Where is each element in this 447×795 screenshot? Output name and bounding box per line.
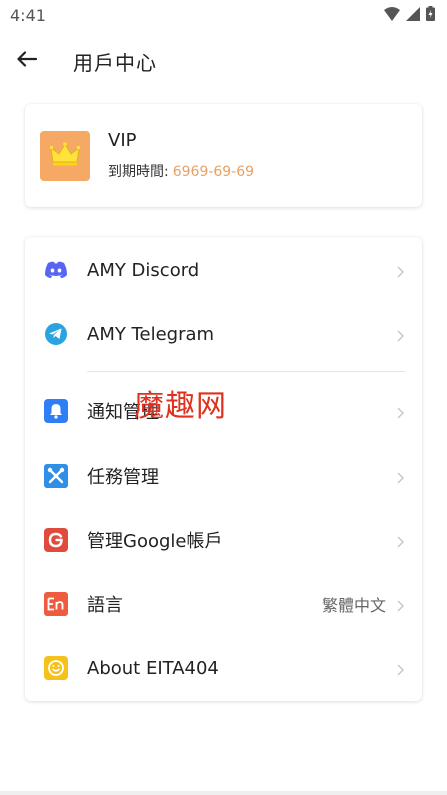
watermark-text: 魔趣网 — [134, 389, 227, 424]
language-icon — [43, 591, 69, 617]
menu-item-label: AMY Discord — [87, 259, 200, 281]
google-icon — [43, 527, 69, 553]
bell-icon — [43, 398, 69, 424]
status-time: 4:41 — [10, 5, 46, 25]
signal-icon — [406, 6, 420, 25]
menu-item-telegram[interactable]: AMY Telegram — [25, 309, 422, 359]
menu-item-label: 語言 — [87, 595, 123, 616]
chevron-right-icon — [397, 661, 404, 680]
telegram-icon — [43, 321, 69, 347]
menu-item-label: 管理Google帳戶 — [87, 531, 223, 552]
status-bar: 4:41 — [0, 0, 447, 30]
wifi-icon — [384, 6, 400, 25]
chevron-right-icon — [397, 469, 404, 488]
menu-item-google-account[interactable]: 管理Google帳戶 — [25, 515, 422, 565]
menu-item-language[interactable]: 語言 繁體中文 — [25, 579, 422, 629]
arrow-left-icon — [17, 51, 38, 71]
vip-card: VIP 到期時間: 6969-69-69 — [25, 104, 422, 207]
chevron-right-icon — [397, 533, 404, 552]
expiry-label: 到期時間: — [108, 164, 169, 180]
page-title: 用戶中心 — [73, 50, 157, 75]
battery-icon — [426, 5, 435, 25]
vip-badge — [40, 130, 90, 181]
chevron-right-icon — [397, 597, 404, 616]
app-bar: 用戶中心 — [0, 38, 447, 84]
status-icons — [384, 5, 435, 25]
chevron-right-icon — [397, 263, 404, 282]
back-button[interactable] — [7, 41, 47, 81]
chevron-right-icon — [397, 404, 404, 423]
menu-item-label: About EITA404 — [87, 657, 219, 679]
divider — [87, 371, 405, 372]
vip-level: VIP — [108, 130, 137, 151]
menu-item-label: 任務管理 — [87, 467, 159, 488]
vip-expiry: 到期時間: 6969-69-69 — [108, 161, 254, 181]
menu-item-about[interactable]: About EITA404 — [25, 643, 422, 693]
smiley-icon — [43, 655, 69, 681]
discord-icon — [43, 257, 69, 283]
menu-item-discord[interactable]: AMY Discord — [25, 245, 422, 295]
menu-card: AMY Discord AMY Telegram 通知管理 任務管理 管理Goo… — [25, 237, 422, 701]
vip-info: VIP 到期時間: 6969-69-69 — [108, 130, 254, 181]
language-value: 繁體中文 — [321, 596, 386, 615]
tools-icon — [43, 463, 69, 489]
expiry-date: 6969-69-69 — [172, 164, 255, 180]
menu-item-label: AMY Telegram — [87, 323, 215, 345]
chevron-right-icon — [397, 327, 404, 346]
crown-icon — [49, 141, 81, 170]
bottom-edge — [0, 791, 447, 795]
menu-item-tasks[interactable]: 任務管理 — [25, 451, 422, 501]
